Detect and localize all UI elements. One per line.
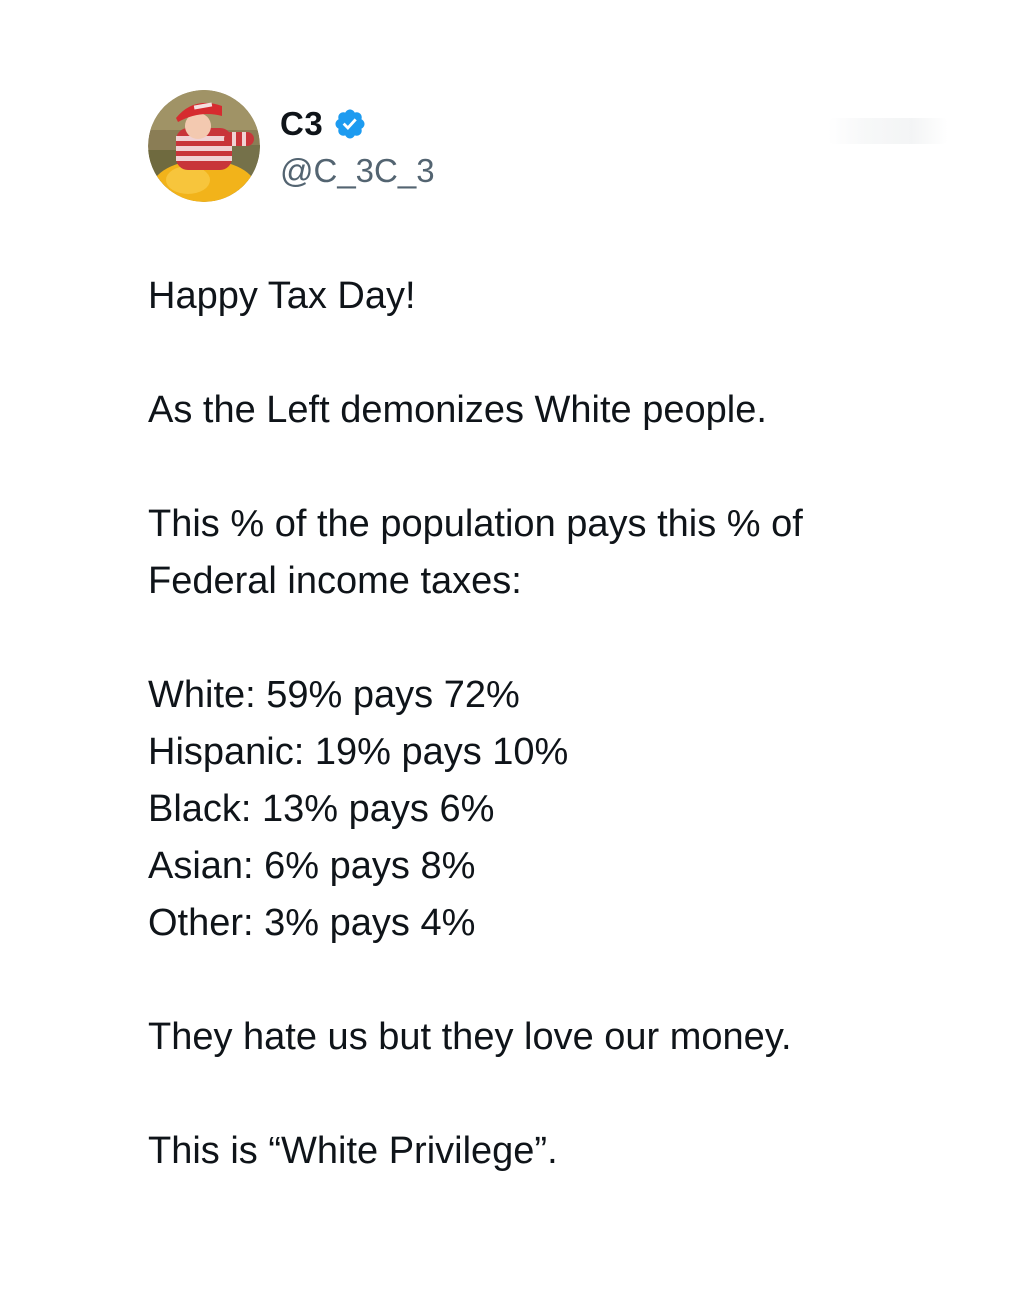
- tweet-header: C3 @C_3C_3: [148, 90, 948, 204]
- verified-badge-icon: [333, 107, 367, 141]
- stat-line: Other: 3% pays 4%: [148, 902, 476, 944]
- follow-button[interactable]: [828, 118, 948, 144]
- author-display-name[interactable]: C3: [280, 105, 323, 143]
- tweet-line-intro-1: This % of the population pays this % of: [148, 503, 803, 545]
- tweet-line-intro-2: Federal income taxes:: [148, 560, 522, 602]
- tweet-text: Happy Tax Day! As the Left demonizes Whi…: [148, 268, 948, 1180]
- avatar-photo-icon: [148, 90, 260, 202]
- author-identity: C3 @C_3C_3: [280, 102, 680, 190]
- name-row: C3: [280, 102, 680, 146]
- tweet-line-closing: They hate us but they love our money.: [148, 1016, 792, 1058]
- stat-line: Asian: 6% pays 8%: [148, 845, 476, 887]
- tweet-line-greeting: Happy Tax Day!: [148, 275, 416, 317]
- stat-line: Black: 13% pays 6%: [148, 788, 495, 830]
- tweet-line-final: This is “White Privilege”.: [148, 1130, 558, 1172]
- stat-line: Hispanic: 19% pays 10%: [148, 731, 569, 773]
- stat-line: White: 59% pays 72%: [148, 674, 520, 716]
- author-handle[interactable]: @C_3C_3: [280, 152, 680, 190]
- tweet-line-left: As the Left demonizes White people.: [148, 389, 767, 431]
- tweet-card: C3 @C_3C_3 Happy Tax Day! As the Left de…: [0, 0, 1024, 1300]
- author-avatar[interactable]: [148, 90, 260, 202]
